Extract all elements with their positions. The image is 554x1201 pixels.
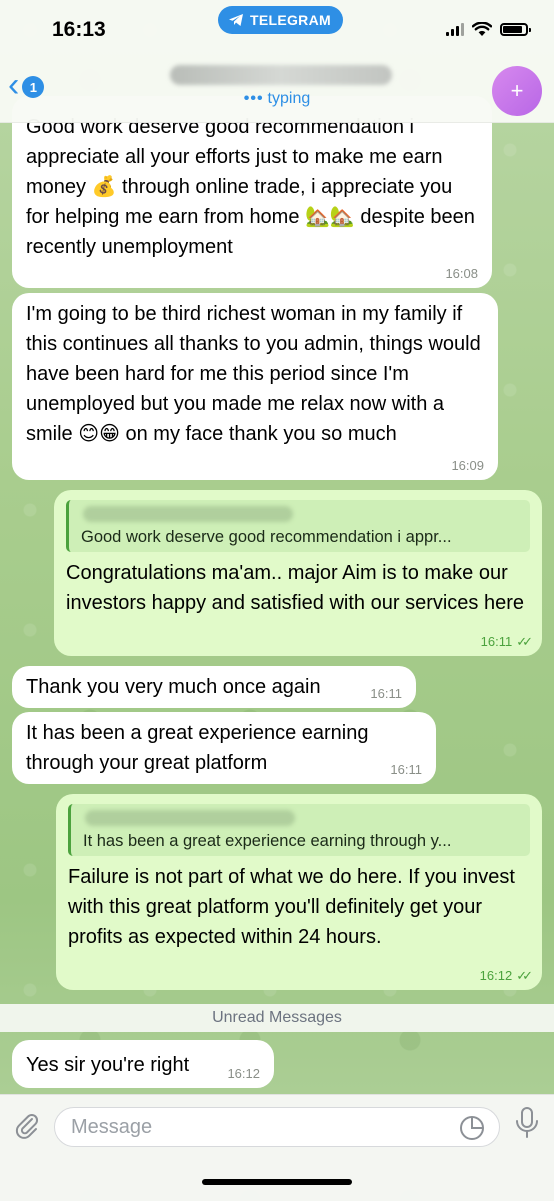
message-bubble-outgoing[interactable]: It has been a great experience earning t… xyxy=(56,794,542,990)
message-bubble-outgoing[interactable]: Good work deserve good recommendation i … xyxy=(54,490,542,656)
reply-quote[interactable]: Good work deserve good recommendation i … xyxy=(66,500,530,552)
message-time: 16:12 xyxy=(227,1066,260,1081)
message-text: Thank you very much once again xyxy=(26,676,321,698)
telegram-pill-label: TELEGRAM xyxy=(250,12,331,28)
input-bar: Message xyxy=(0,1094,554,1201)
unread-messages-divider: Unread Messages xyxy=(0,1004,554,1032)
double-check-icon: ✓✓ xyxy=(516,968,533,983)
message-bubble-incoming[interactable]: It has been a great experience earning t… xyxy=(12,712,436,784)
status-time: 16:13 xyxy=(52,18,106,41)
telegram-return-pill[interactable]: TELEGRAM xyxy=(218,6,343,34)
message-bubble-incoming[interactable]: Yes sir you're right 16:12 xyxy=(12,1040,274,1088)
quote-text: It has been a great experience earning t… xyxy=(83,832,452,850)
message-text: I'm going to be third richest woman in m… xyxy=(26,303,481,445)
quote-text: Good work deserve good recommendation i … xyxy=(81,528,452,546)
message-text: Good work deserve good recommendation i … xyxy=(26,116,475,258)
message-time: 16:09 xyxy=(451,458,484,473)
double-check-icon: ✓✓ xyxy=(516,634,533,649)
contact-name-redacted[interactable] xyxy=(170,65,392,85)
message-time-row: 16:11 ✓✓ xyxy=(480,634,533,650)
message-input[interactable]: Message xyxy=(54,1107,500,1147)
microphone-icon[interactable] xyxy=(514,1107,540,1139)
message-time: 16:11 xyxy=(390,762,422,777)
wifi-icon xyxy=(472,22,492,36)
chat-header: ‹ 1 ••• typing + xyxy=(0,60,554,123)
typing-status: ••• typing xyxy=(0,90,554,108)
paperclip-icon[interactable] xyxy=(12,1111,42,1141)
message-time: 16:11 xyxy=(480,634,513,649)
message-bubble-incoming[interactable]: Good work deserve good recommendation i … xyxy=(12,96,492,288)
typing-label: typing xyxy=(267,90,311,107)
avatar-symbol: + xyxy=(510,78,524,103)
message-bubble-incoming[interactable]: I'm going to be third richest woman in m… xyxy=(12,293,498,480)
message-placeholder: Message xyxy=(71,1115,153,1138)
status-bar: 16:13 TELEGRAM xyxy=(0,0,554,60)
message-text: Yes sir you're right xyxy=(26,1054,190,1076)
home-indicator xyxy=(202,1179,352,1185)
telegram-paper-plane-icon xyxy=(229,14,243,26)
typing-dots-icon: ••• xyxy=(243,90,264,107)
avatar[interactable]: + xyxy=(492,66,542,116)
message-time: 16:08 xyxy=(445,266,478,281)
message-time-row: 16:12 ✓✓ xyxy=(479,968,533,984)
quote-author-redacted xyxy=(83,506,293,522)
status-icons xyxy=(446,22,531,37)
message-time: 16:12 xyxy=(479,968,513,983)
sticker-icon[interactable] xyxy=(459,1115,485,1141)
cellular-signal-icon xyxy=(446,23,464,36)
message-text: It has been a great experience earning t… xyxy=(26,722,369,774)
quote-author-redacted xyxy=(85,810,295,826)
message-bubble-incoming[interactable]: Thank you very much once again 16:11 xyxy=(12,666,416,708)
message-text: Failure is not part of what we do here. … xyxy=(68,866,515,948)
battery-icon xyxy=(500,23,531,36)
reply-quote[interactable]: It has been a great experience earning t… xyxy=(68,804,530,856)
message-text: Congratulations ma'am.. major Aim is to … xyxy=(66,562,525,614)
message-time: 16:11 xyxy=(370,686,402,701)
